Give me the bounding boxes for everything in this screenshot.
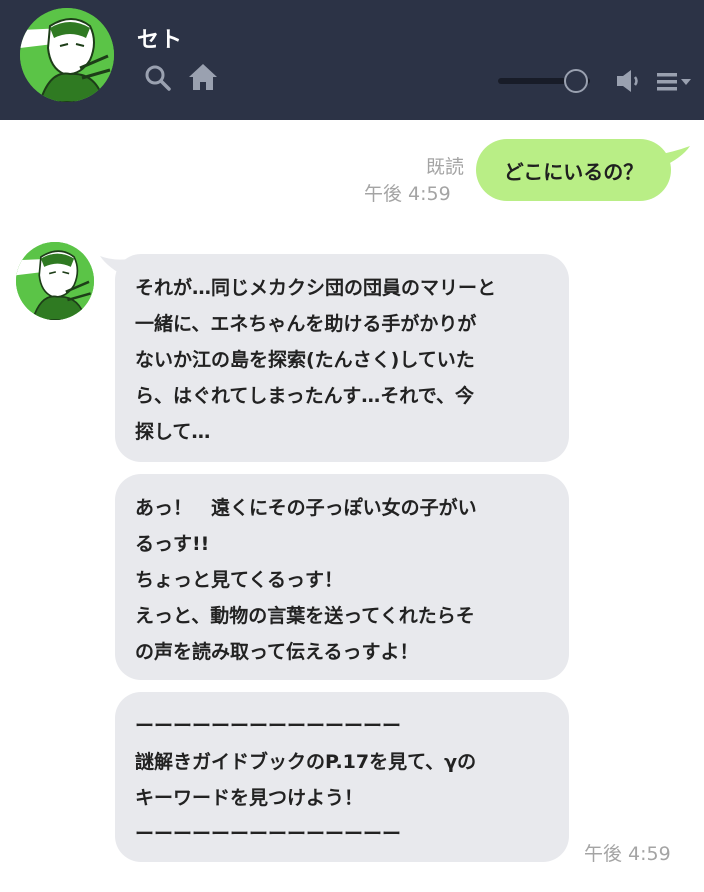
contact-name: セト xyxy=(137,28,184,53)
home-icon[interactable] xyxy=(187,62,219,92)
outgoing-timestamp: 午後 4:59 xyxy=(364,183,451,205)
outgoing-message-bubble[interactable]: どこにいるの？ xyxy=(476,139,671,201)
sender-avatar[interactable] xyxy=(16,242,94,320)
chat-header: セト xyxy=(0,0,704,120)
character-avatar-icon xyxy=(20,8,114,102)
incoming-timestamp: 午後 4:59 xyxy=(584,843,671,865)
character-avatar-icon xyxy=(16,242,94,320)
speaker-icon[interactable] xyxy=(615,68,643,94)
volume-slider-knob[interactable] xyxy=(564,69,589,93)
search-icon[interactable] xyxy=(144,64,172,92)
read-receipt: 既読 xyxy=(425,156,464,178)
incoming-message-bubble[interactable]: ーーーーーーーーーーーーーー 謎解きガイドブックのP.17を見て、γの キーワー… xyxy=(115,692,569,862)
incoming-message-bubble[interactable]: それが…同じメカクシ団の団員のマリーと 一緒に、エネちゃんを助ける手がかりが な… xyxy=(115,254,569,462)
contact-avatar[interactable] xyxy=(20,8,114,102)
incoming-message-bubble[interactable]: あっ！ 遠くにその子っぽい女の子がい るっす!! ちょっと見てくるっす！ えっと… xyxy=(115,474,569,680)
menu-dropdown-icon[interactable] xyxy=(655,70,693,94)
